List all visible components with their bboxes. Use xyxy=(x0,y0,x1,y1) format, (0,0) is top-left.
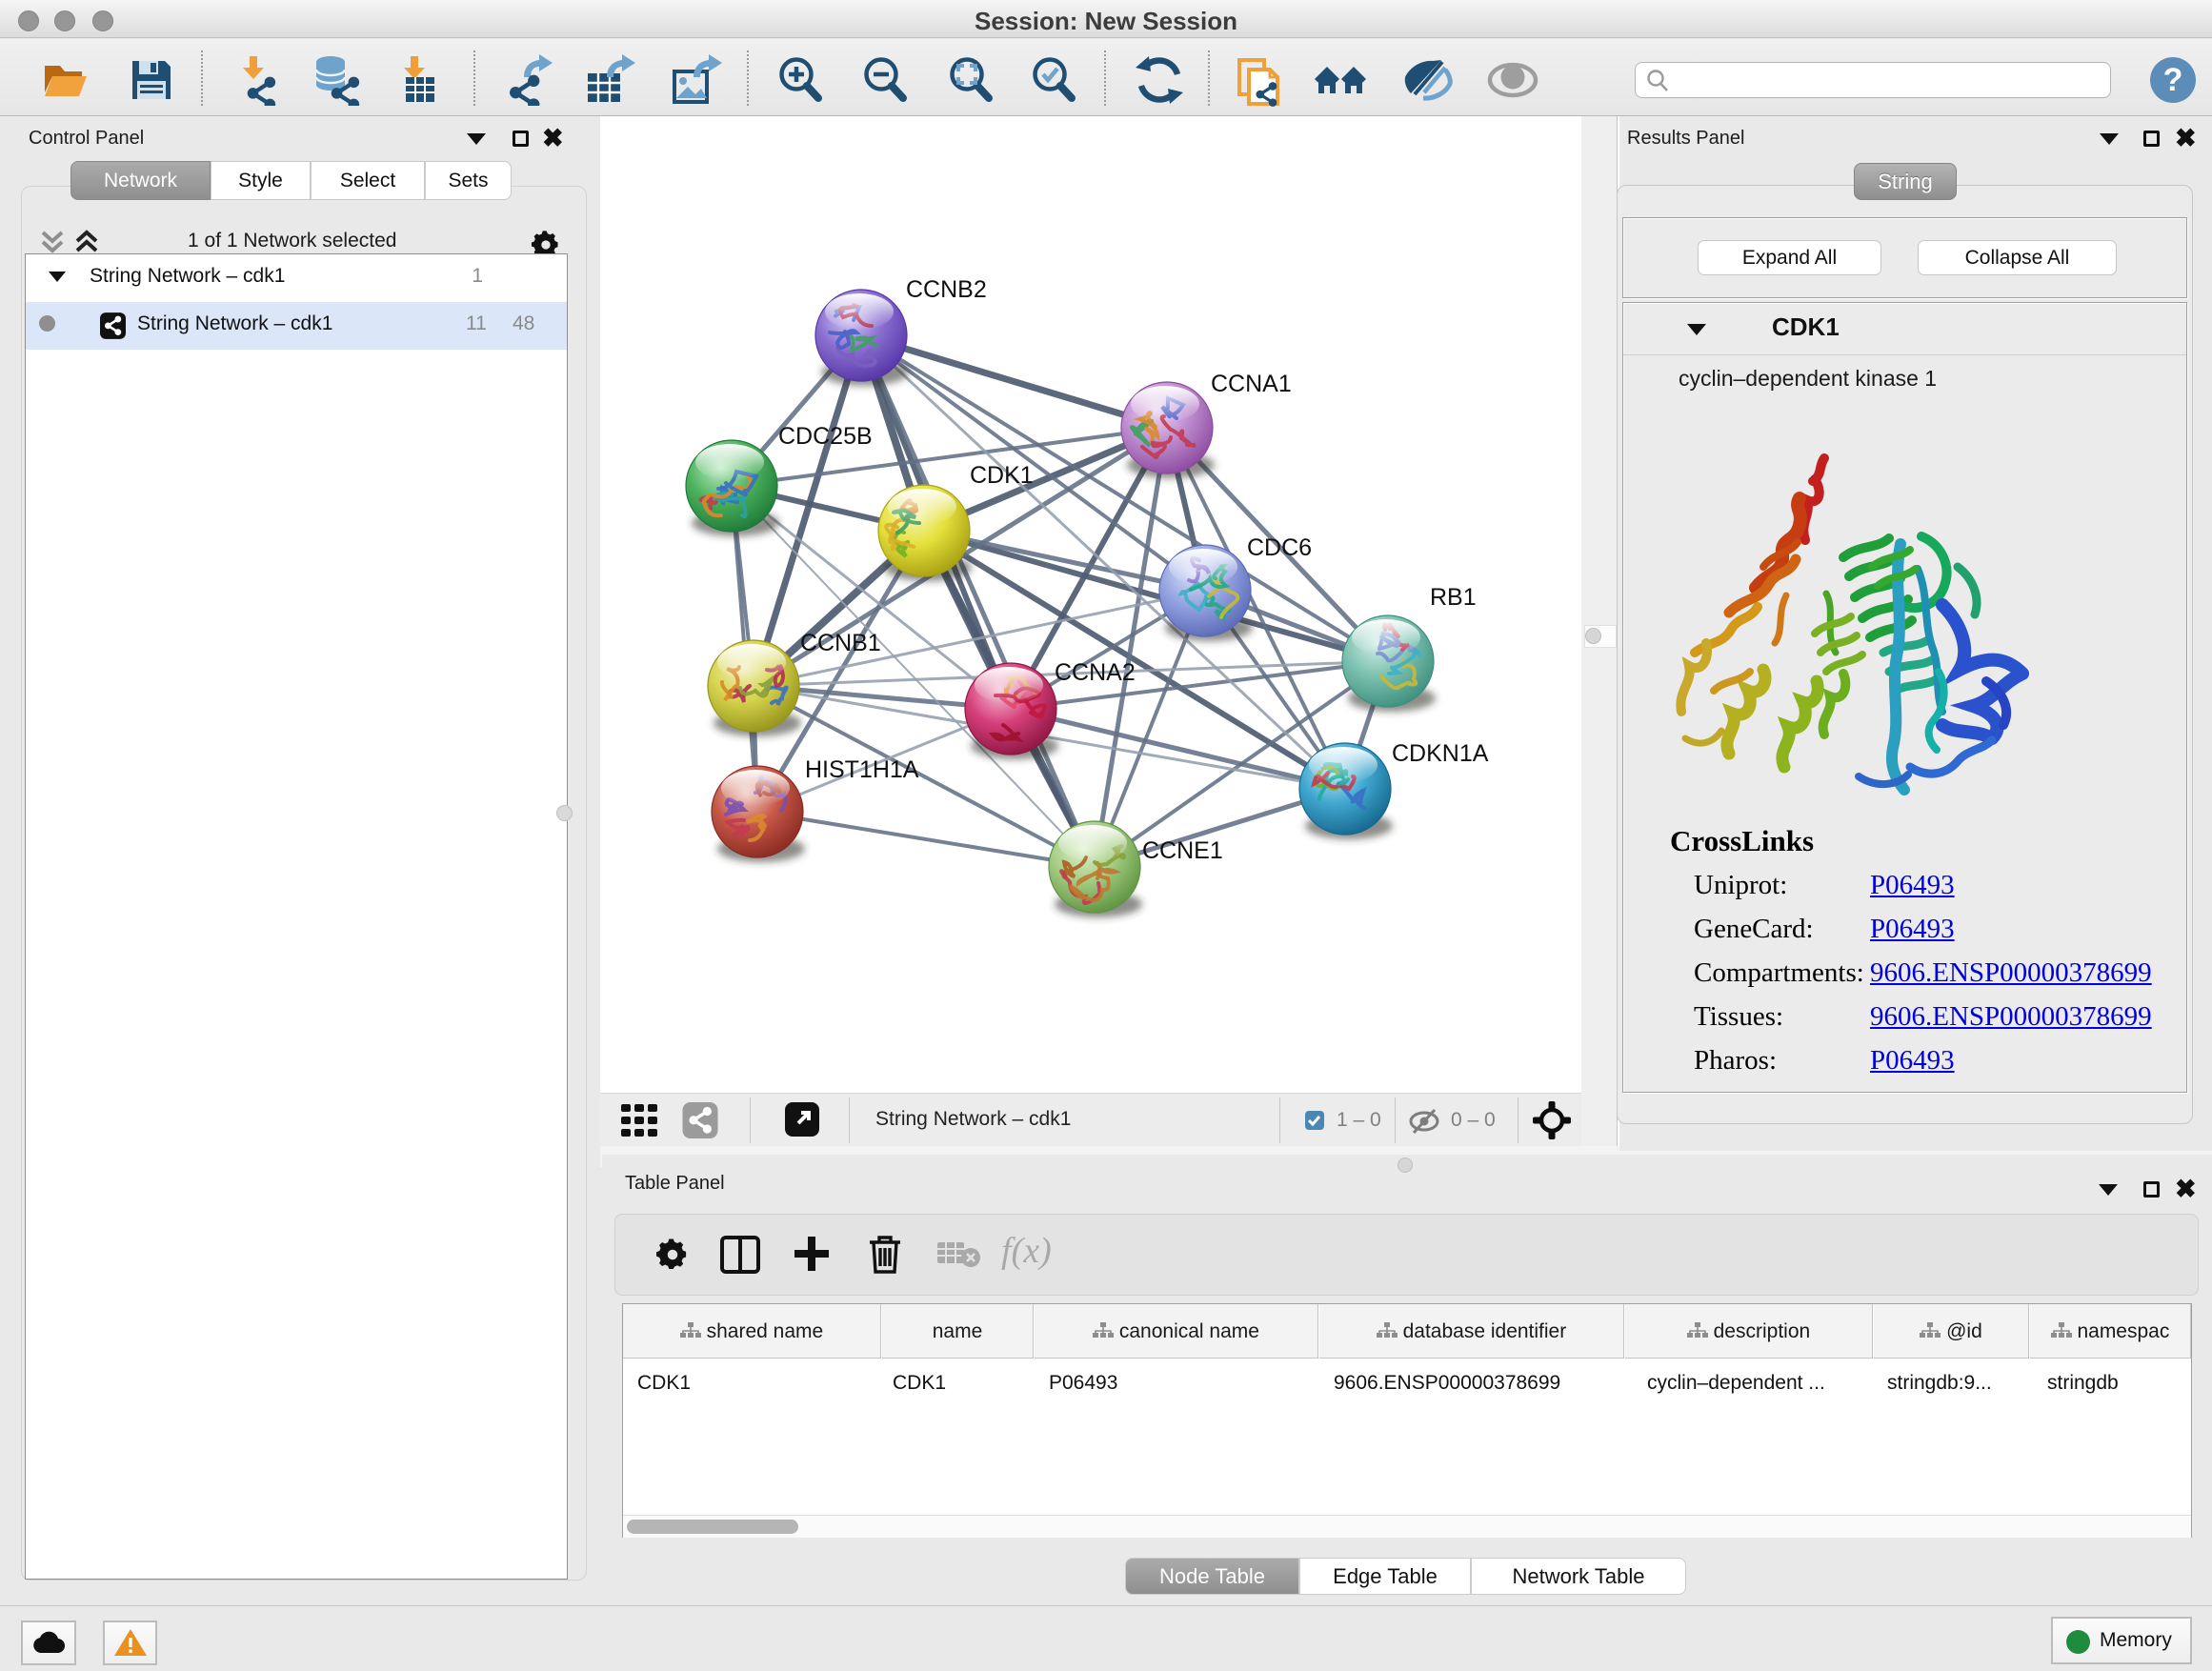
svg-text:CCNB2: CCNB2 xyxy=(906,276,987,303)
svg-text:CCNA2: CCNA2 xyxy=(1055,659,1136,686)
svg-text:CCNA1: CCNA1 xyxy=(1211,371,1292,397)
svg-text:CDC6: CDC6 xyxy=(1247,534,1312,561)
svg-text:CDKN1A: CDKN1A xyxy=(1392,740,1489,767)
svg-text:CDC25B: CDC25B xyxy=(778,423,873,450)
svg-text:CCNB1: CCNB1 xyxy=(800,630,881,656)
svg-text:CCNE1: CCNE1 xyxy=(1142,837,1223,864)
svg-text:HIST1H1A: HIST1H1A xyxy=(805,756,919,783)
svg-text:RB1: RB1 xyxy=(1430,584,1477,611)
svg-text:CDK1: CDK1 xyxy=(970,462,1034,489)
